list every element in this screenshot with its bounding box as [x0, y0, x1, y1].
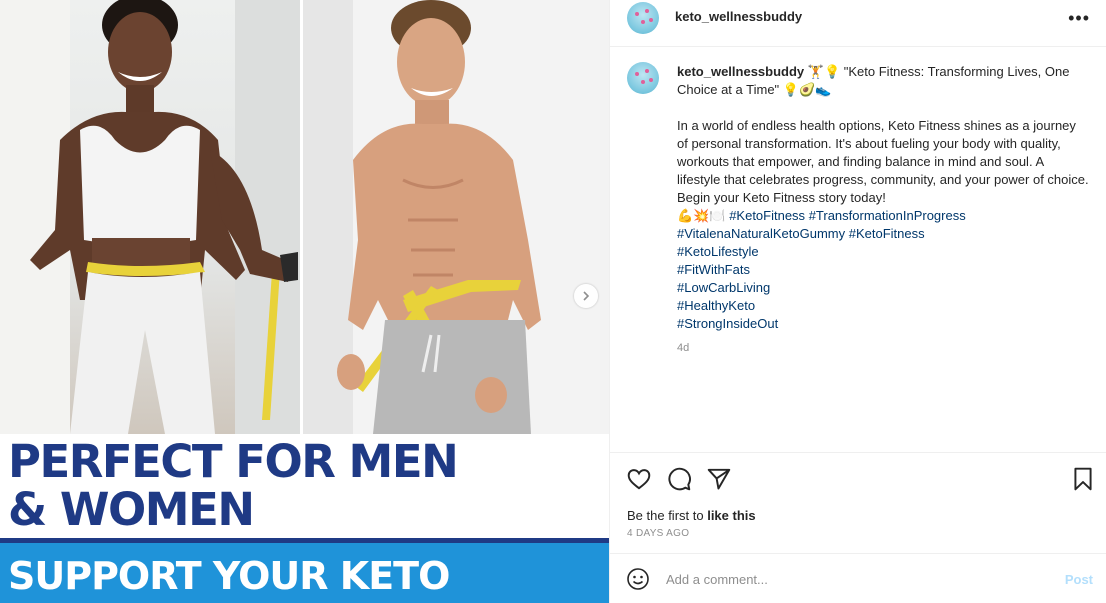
bookmark-icon	[1074, 467, 1092, 491]
actions-divider	[610, 452, 1106, 453]
caption: keto_wellnessbuddy 🏋️💡 "Keto Fitness: Tr…	[677, 63, 1089, 357]
hashtag-line[interactable]: #LowCarbLiving	[677, 280, 770, 295]
hashtag-line[interactable]: #KetoLifestyle	[677, 244, 759, 259]
paper-plane-icon	[707, 468, 731, 490]
comment-button[interactable]	[666, 466, 692, 492]
next-image-button[interactable]	[574, 284, 598, 308]
hashtag-line[interactable]: #StrongInsideOut	[677, 316, 778, 331]
hashtag-link[interactable]: #KetoFitness	[729, 208, 805, 223]
woman-photo	[0, 0, 300, 434]
headline-line-2: & WOMEN	[8, 483, 255, 536]
comment-bar: Post	[610, 553, 1106, 603]
post-comment-button[interactable]: Post	[1065, 572, 1093, 587]
woman-illustration	[0, 0, 300, 434]
header-username[interactable]: keto_wellnessbuddy	[675, 9, 802, 24]
smiley-icon[interactable]	[626, 567, 650, 591]
save-button[interactable]	[1070, 466, 1096, 492]
post-header: keto_wellnessbuddy •••	[610, 0, 1106, 47]
post-media: PERFECT FOR MEN & WOMEN SUPPORT YOUR KET…	[0, 0, 609, 603]
like-this-link[interactable]: like this	[707, 508, 755, 523]
hashtag-line[interactable]: #HealthyKeto	[677, 298, 755, 313]
comment-icon	[668, 467, 691, 491]
likes-text: Be the first to like this	[627, 508, 756, 523]
man-illustration	[303, 0, 609, 434]
hashtag-line[interactable]: #VitalenaNaturalKetoGummy #KetoFitness	[677, 226, 925, 241]
more-options-icon[interactable]: •••	[1068, 8, 1090, 29]
share-button[interactable]	[706, 466, 732, 492]
avatar[interactable]	[627, 2, 659, 34]
like-button[interactable]	[626, 466, 652, 492]
caption-avatar[interactable]	[627, 62, 659, 94]
post-panel: keto_wellnessbuddy ••• keto_wellnessbudd…	[609, 0, 1106, 603]
caption-age[interactable]: 4d	[677, 339, 1089, 357]
chevron-right-icon	[583, 291, 590, 301]
band-text: SUPPORT YOUR KETO	[8, 554, 450, 598]
likes-prefix: Be the first to	[627, 508, 708, 523]
media-headline: PERFECT FOR MEN & WOMEN	[8, 438, 608, 534]
headline-line-1: PERFECT FOR MEN	[8, 435, 459, 488]
heart-icon	[627, 469, 651, 490]
post-date[interactable]: 4 DAYS AGO	[627, 528, 689, 539]
caption-body: In a world of endless health options, Ke…	[677, 118, 1089, 205]
comment-input[interactable]	[666, 568, 1046, 590]
caption-emojis: 💪💥🍽️	[677, 208, 726, 223]
hashtag-link[interactable]: #TransformationInProgress	[809, 208, 966, 223]
caption-username[interactable]: keto_wellnessbuddy	[677, 64, 804, 79]
hashtag-line[interactable]: #FitWithFats	[677, 262, 750, 277]
man-photo	[303, 0, 609, 434]
